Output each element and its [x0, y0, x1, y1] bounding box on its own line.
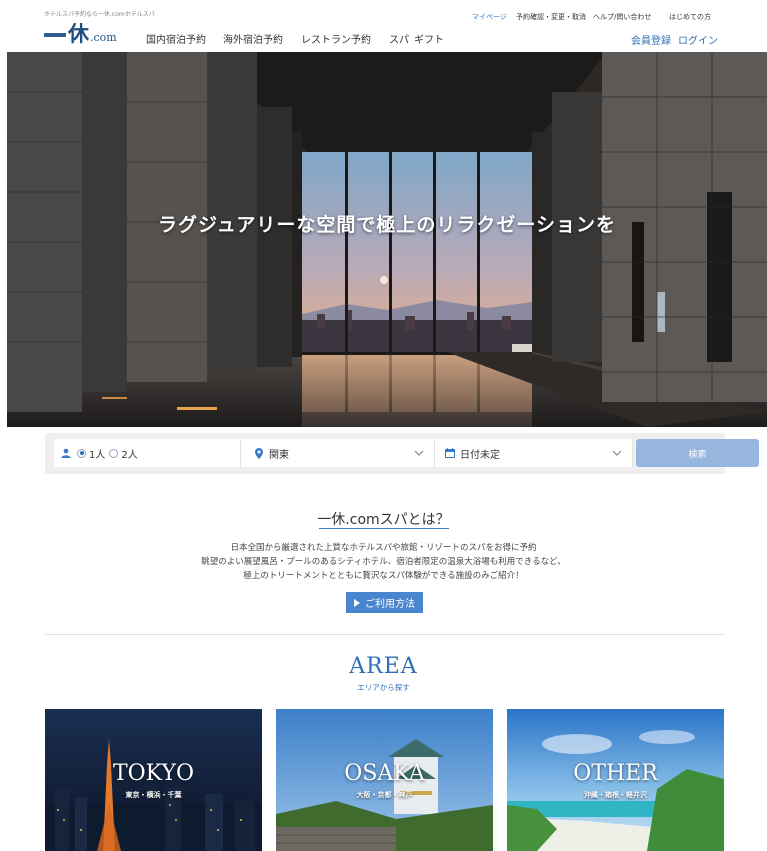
help-link[interactable]: ヘルプ/問い合わせ [593, 12, 651, 22]
hero-title: ラグジュアリーな空間で極上のリラクゼーションを [158, 214, 616, 236]
area-card-osaka[interactable]: OSAKA 大阪・京都・神戸 [276, 709, 493, 851]
location-pin-icon [255, 447, 263, 459]
area-select[interactable]: 関東 [241, 439, 435, 467]
people-option-1[interactable]: 1人 [77, 446, 105, 461]
area-card-cities: 沖縄・箱根・軽井沢 [584, 791, 647, 799]
about-line-1: 日本全国から厳選された上質なホテルスパや旅館・リゾートのスパをお得に予約 [230, 543, 537, 553]
area-title: AREA [349, 654, 418, 679]
area-card-other[interactable]: OTHER 沖縄・箱根・軽井沢 [507, 709, 724, 851]
site-logo[interactable]: 休 .com [44, 23, 117, 45]
how-to-use-label: ご利用方法 [365, 599, 415, 610]
area-card-cities: 東京・横浜・千葉 [125, 791, 182, 799]
area-card-cities: 大阪・京都・神戸 [356, 791, 413, 799]
register-link[interactable]: 会員登録 [631, 32, 671, 47]
about-title: 一休.comスパとは？ [317, 512, 450, 528]
logo-mark [44, 33, 66, 37]
area-card-tokyo[interactable]: TOKYO 東京・横浜・千葉 [45, 709, 262, 851]
people-option-2[interactable]: 2人 [109, 446, 138, 461]
hero-image [7, 52, 767, 427]
logo-com: .com [90, 31, 117, 44]
chevron-down-icon [612, 450, 622, 456]
mypage-link[interactable]: マイページ [472, 12, 507, 22]
radio-1-person[interactable] [77, 448, 86, 458]
site-header: ホテルスパ予約なら一休.comホテルスパ 休 .com 国内宿泊予約 海外宿泊予… [0, 0, 767, 52]
calendar-icon [445, 448, 455, 458]
area-card-name: OSAKA [344, 761, 425, 786]
about-line-2: 眺望のよい展望風呂・プールのあるシティホテル、宿泊者限定の温泉大浴場も利用できる… [201, 557, 566, 567]
hero-banner: ラグジュアリーな空間で極上のリラクゼーションを [7, 52, 767, 427]
login-link[interactable]: ログイン [678, 32, 718, 47]
chevron-down-icon [414, 450, 424, 456]
first-time-link[interactable]: はじめての方 [669, 12, 711, 22]
logo-kanji: 休 [68, 21, 89, 46]
date-select-value: 日付未定 [460, 449, 500, 461]
people-option-1-label: 1人 [89, 449, 106, 461]
search-bar: 1人 2人 関東 日付未定 検索 [45, 433, 759, 474]
how-to-use-button[interactable]: ご利用方法 [346, 592, 423, 613]
site-tagline: ホテルスパ予約なら一休.comホテルスパ [44, 11, 155, 18]
section-divider [45, 634, 725, 635]
reservation-link[interactable]: 予約確認・変更・取消 [516, 12, 586, 22]
people-option-2-label: 2人 [121, 449, 138, 461]
caret-right-icon [354, 598, 360, 607]
area-select-value: 関東 [269, 449, 289, 461]
date-select[interactable]: 日付未定 [435, 439, 633, 467]
nav-overseas-stay[interactable]: 海外宿泊予約 [223, 31, 301, 46]
main-nav: 国内宿泊予約 海外宿泊予約 レストラン予約 スパ ギフト [146, 31, 454, 46]
nav-spa[interactable]: スパ [389, 31, 414, 46]
about-line-3: 極上のトリートメントとともに贅沢なスパ体験ができる施設のみご紹介！ [243, 571, 524, 581]
about-title-underline [319, 528, 449, 529]
person-icon [61, 448, 71, 458]
area-card-name: OTHER [573, 761, 658, 786]
nav-gift[interactable]: ギフト [414, 31, 454, 46]
area-subtitle: エリアから探す [357, 683, 410, 692]
people-selector: 1人 2人 [54, 439, 241, 467]
nav-domestic-stay[interactable]: 国内宿泊予約 [146, 31, 223, 46]
nav-restaurant[interactable]: レストラン予約 [301, 31, 389, 46]
area-card-name: TOKYO [112, 761, 195, 786]
radio-2-people[interactable] [109, 448, 119, 458]
search-button[interactable]: 検索 [636, 439, 759, 467]
